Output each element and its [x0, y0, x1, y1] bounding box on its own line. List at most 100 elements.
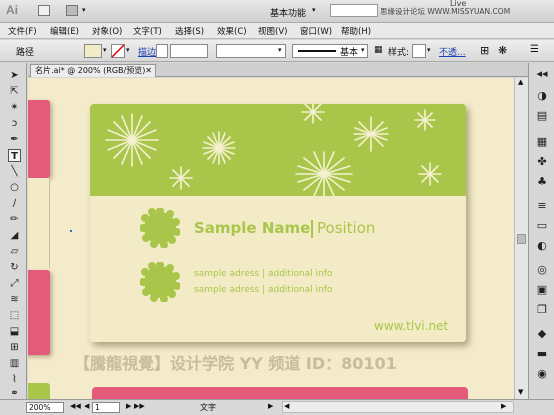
type-tool-icon[interactable]: T — [8, 149, 21, 162]
selection-tool-icon[interactable]: ➤ — [8, 69, 21, 82]
previous-artboard-icon[interactable]: ◀ — [84, 402, 89, 410]
stroke-style-label: 基本 — [340, 48, 359, 58]
horizontal-scrollbar[interactable]: ◀ ▶ — [282, 401, 514, 413]
gradient-panel-icon[interactable]: ▭ — [535, 219, 549, 233]
chevron-down-icon[interactable]: ▾ — [126, 46, 130, 54]
card-name[interactable]: Sample Name — [194, 219, 310, 237]
variable-width-select[interactable] — [216, 44, 286, 58]
navigator-panel-icon[interactable]: ◉ — [535, 367, 549, 381]
artboard-number: 1 — [95, 403, 100, 412]
paintbrush-tool-icon[interactable]: ∕ — [8, 197, 21, 210]
transparency-panel-icon[interactable]: ◐ — [535, 239, 549, 253]
stroke-link[interactable]: 描边 — [138, 45, 156, 58]
scroll-thumb[interactable] — [517, 234, 526, 244]
scalloped-badge-bottom — [140, 262, 180, 302]
close-icon[interactable]: ✕ — [145, 65, 152, 77]
card-address-line-1[interactable]: sample adress | additional info — [194, 269, 332, 279]
card-address-line-2[interactable]: sample adress | additional info — [194, 285, 332, 295]
arrange-documents-icon[interactable] — [66, 5, 78, 16]
rotate-tool-icon[interactable]: ↻ — [8, 261, 21, 274]
artboard-canvas[interactable]: Sample Name Position sample adress | add… — [28, 78, 514, 399]
card-website[interactable]: www.tlvi.net — [374, 319, 448, 333]
workspace-switcher[interactable]: 基本功能 — [270, 6, 306, 19]
appearance-panel-icon[interactable]: ◎ — [535, 263, 549, 277]
magic-wand-tool-icon[interactable]: ✴ — [8, 101, 21, 114]
bridge-icon[interactable] — [38, 5, 50, 16]
collapse-panels-icon[interactable]: ◂◂ — [535, 67, 549, 81]
eyedropper-tool-icon[interactable]: ⌇ — [8, 373, 21, 386]
status-menu-arrow-icon[interactable]: ▶ — [268, 402, 273, 410]
tools-panel: ➤ ⇱ ✴ ↄ ✒ T ╲ ○ ∕ ✏ ◢ ▱ ↻ ⤢ ≋ ⬚ ⬓ ⊞ ▥ ⌇ … — [0, 63, 27, 399]
color-panel-icon[interactable]: ◑ — [535, 89, 549, 103]
blob-brush-tool-icon[interactable]: ◢ — [8, 229, 21, 242]
fill-swatch[interactable] — [84, 44, 102, 58]
scroll-left-arrow-icon[interactable]: ◀ — [284, 402, 289, 410]
vertical-scrollbar[interactable]: ▲ ▼ — [514, 78, 528, 399]
object-type-label: 路径 — [16, 48, 35, 58]
search-input[interactable] — [330, 4, 378, 17]
symbols-panel-icon[interactable]: ♣ — [535, 175, 549, 189]
direct-selection-tool-icon[interactable]: ⇱ — [8, 85, 21, 98]
chevron-down-icon[interactable]: ▾ — [103, 46, 107, 54]
zoom-value: 200% — [29, 403, 51, 412]
pen-tool-icon[interactable]: ✒ — [8, 133, 21, 146]
color-guide-icon[interactable]: ▤ — [535, 109, 549, 123]
control-bar: 路径 ▾ ▾ 描边 ▾ 基本 ▾ ▦ 样式: ▾ 不透... ⊞ ❋ ☰ — [0, 40, 554, 62]
brushes-panel-icon[interactable]: ✤ — [535, 155, 549, 169]
eraser-tool-icon[interactable]: ▱ — [8, 245, 21, 258]
scroll-up-arrow-icon[interactable]: ▲ — [518, 78, 523, 86]
menu-type[interactable]: 文字(T) — [133, 25, 162, 37]
menu-view[interactable]: 视图(V) — [258, 25, 287, 37]
pencil-tool-icon[interactable]: ✏ — [8, 213, 21, 226]
card-position[interactable]: Position — [317, 219, 375, 237]
stroke-weight-input[interactable] — [170, 44, 208, 58]
ellipse-tool-icon[interactable]: ○ — [8, 181, 21, 194]
next-artboard-icon[interactable]: ▶ — [126, 402, 131, 410]
align-icon[interactable]: ⊞ — [480, 44, 489, 57]
last-artboard-icon[interactable]: ▶▶ — [134, 402, 145, 410]
opacity-link[interactable]: 不透... — [439, 45, 466, 58]
layers-panel-icon[interactable]: ❐ — [535, 303, 549, 317]
gradient-tool-icon[interactable]: ▥ — [8, 357, 21, 370]
artboard-number-input[interactable]: 1 — [92, 402, 120, 413]
menu-effect[interactable]: 效果(C) — [217, 25, 247, 37]
stroke-weight-stepper[interactable] — [156, 44, 168, 58]
menu-edit[interactable]: 编辑(E) — [50, 25, 79, 37]
width-tool-icon[interactable]: ≋ — [8, 293, 21, 306]
artboards-panel-icon[interactable]: ◆ — [535, 327, 549, 341]
menu-file[interactable]: 文件(F) — [8, 25, 37, 37]
style-swatch[interactable] — [412, 44, 426, 58]
shape-builder-tool-icon[interactable]: ⬓ — [8, 325, 21, 338]
mesh-tool-icon[interactable]: ⊞ — [8, 341, 21, 354]
links-panel-icon[interactable]: ▬ — [535, 347, 549, 361]
graphic-styles-panel-icon[interactable]: ▣ — [535, 283, 549, 297]
business-card[interactable]: Sample Name Position sample adress | add… — [90, 104, 466, 342]
graphic-style-icon[interactable]: ▦ — [374, 45, 383, 55]
swatches-panel-icon[interactable]: ▦ — [535, 135, 549, 149]
stroke-panel-icon[interactable]: ≡ — [535, 199, 549, 213]
chevron-down-icon[interactable]: ▾ — [82, 6, 86, 14]
menu-window[interactable]: 窗口(W) — [300, 25, 332, 37]
first-artboard-icon[interactable]: ◀◀ — [70, 402, 81, 410]
menu-select[interactable]: 选择(S) — [175, 25, 204, 37]
chevron-down-icon[interactable]: ▾ — [312, 6, 316, 14]
menu-object[interactable]: 对象(O) — [92, 25, 122, 37]
anchor-point-marker — [70, 230, 72, 232]
scroll-down-arrow-icon[interactable]: ▼ — [518, 388, 523, 396]
line-tool-icon[interactable]: ╲ — [8, 165, 21, 178]
lasso-tool-icon[interactable]: ↄ — [8, 117, 21, 130]
scale-tool-icon[interactable]: ⤢ — [8, 277, 21, 290]
chevron-down-icon[interactable]: ▾ — [427, 46, 431, 54]
document-tab[interactable]: 名片.ai* @ 200% (RGB/预览) ✕ — [30, 64, 156, 77]
free-transform-tool-icon[interactable]: ⬚ — [8, 309, 21, 322]
menu-bar: 文件(F) 编辑(E) 对象(O) 文字(T) 选择(S) 效果(C) 视图(V… — [0, 23, 554, 39]
zoom-select[interactable]: 200% — [26, 402, 64, 413]
panel-menu-icon[interactable]: ☰ — [530, 44, 539, 55]
menu-help[interactable]: 帮助(H) — [341, 25, 371, 37]
chevron-down-icon[interactable]: ▾ — [278, 46, 282, 54]
recolor-icon[interactable]: ❋ — [498, 44, 507, 57]
adjacent-card-left-lower — [28, 383, 50, 399]
scroll-right-arrow-icon[interactable]: ▶ — [501, 402, 506, 410]
chevron-down-icon[interactable]: ▾ — [361, 46, 365, 54]
document-tab-title: 名片.ai* @ 200% (RGB/预览) — [35, 66, 146, 75]
